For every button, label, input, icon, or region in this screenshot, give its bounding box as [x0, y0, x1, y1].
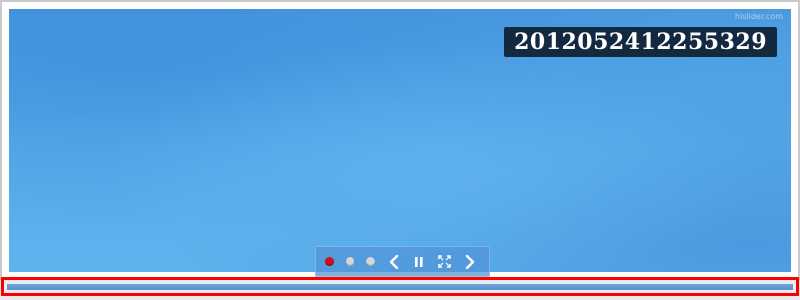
prev-button[interactable]: [387, 254, 401, 269]
progress-bar-highlight: [1, 277, 799, 296]
pause-button[interactable]: [413, 255, 427, 269]
progress-bar: [7, 284, 793, 290]
slider-page: hislider.com 2012052412255329: [0, 0, 800, 300]
fullscreen-button[interactable]: [438, 255, 452, 269]
slide-dot-1[interactable]: [325, 257, 334, 266]
slide-image[interactable]: hislider.com 2012052412255329: [9, 9, 791, 272]
slide-dot-3[interactable]: [366, 257, 376, 266]
slide-dot-2[interactable]: [345, 257, 355, 266]
watermark-text: hislider.com: [734, 12, 783, 21]
slider-frame: hislider.com 2012052412255329: [0, 0, 800, 280]
slide-caption: 2012052412255329: [504, 27, 777, 57]
chevron-right-icon: [466, 254, 475, 269]
chevron-left-icon: [389, 254, 398, 269]
fullscreen-icon: [438, 255, 452, 268]
slider-controls: [315, 246, 490, 277]
next-button[interactable]: [464, 254, 478, 269]
pause-icon: [415, 256, 423, 267]
